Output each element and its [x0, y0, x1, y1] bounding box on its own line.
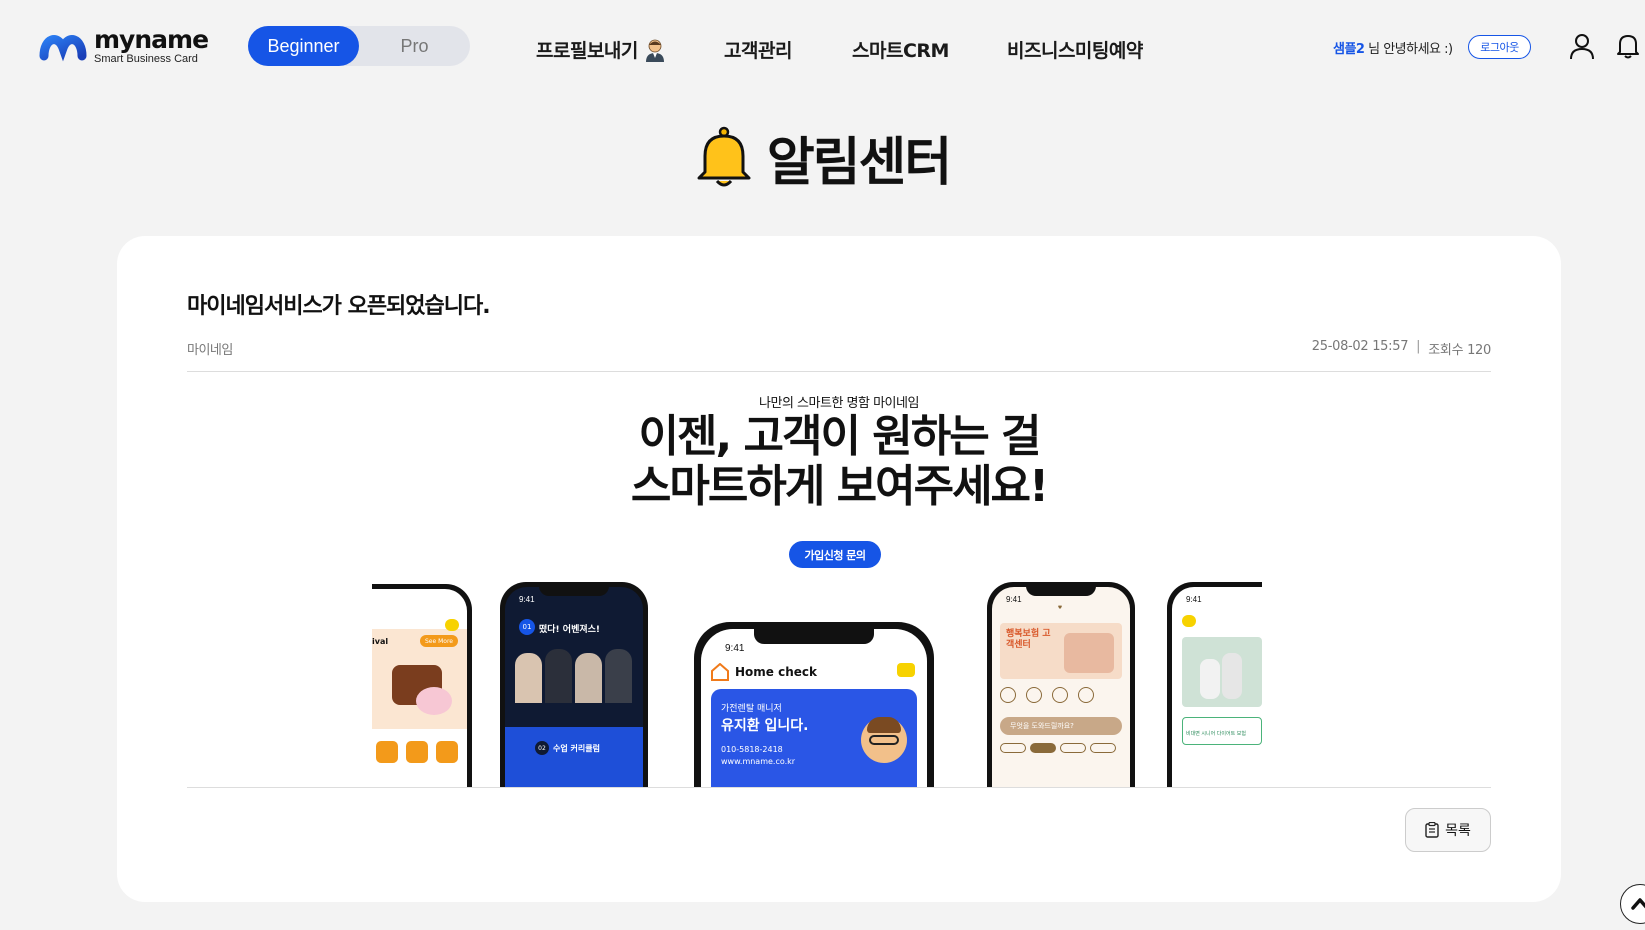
phone4-chips: [1000, 743, 1116, 753]
page-title: 알림센터: [0, 120, 1645, 195]
post-banner-image: 나만의 스마트한 명함 마이네임 이젠, 고객이 원하는 걸 스마트하게 보여주…: [187, 372, 1491, 787]
mode-pro-button[interactable]: Pro: [359, 26, 470, 66]
nav-item-label: 고객관리: [724, 40, 792, 62]
post-card: 마이네임서비스가 오픈되었습니다. 마이네임 25-08-02 15:57 | …: [117, 236, 1561, 902]
banner-headline-line1: 이젠, 고객이 원하는 걸: [638, 411, 1042, 462]
profile-name: 유지환 입니다.: [721, 718, 809, 734]
phone2-sub: 수업 커리큘럼: [553, 744, 600, 753]
phone-mockup-2: 9:41 01 떴다! 어벤져스! 02 수업 커리큘럼: [500, 582, 648, 787]
logo-mark-icon: [39, 35, 87, 62]
consultation-image: [1064, 633, 1114, 673]
bell-icon: [697, 126, 751, 186]
user-greeting: 샘플2 님 안녕하세요 :): [1333, 38, 1453, 57]
step-badge: 01: [519, 619, 535, 635]
profile-card: 가전렌탈 매니저 유지환 입니다. 010-5818-2418 www.mnam…: [711, 689, 917, 787]
team-photo: [515, 647, 633, 703]
join-inquiry-button[interactable]: 가입신청 문의: [789, 541, 881, 568]
list-button-label: 목록: [1445, 823, 1471, 839]
post-meta: 25-08-02 15:57 | 조회수 120: [1311, 339, 1492, 358]
nav-item-profile-send[interactable]: 프로필보내기: [536, 36, 666, 63]
profile-phone: 010-5818-2418: [721, 745, 783, 754]
app-name: Home check: [735, 665, 817, 679]
logout-button[interactable]: 로그아웃: [1468, 35, 1531, 59]
phone-mockup-5: 9:41 비대면 시니어 다이어트 보험: [1167, 582, 1262, 787]
divider: [187, 787, 1491, 788]
user-profile-icon[interactable]: [1569, 32, 1595, 60]
greeting-text: 님 안녕하세요 :): [1364, 42, 1453, 57]
kakao-icon: [445, 619, 459, 631]
post-datetime: 25-08-02 15:57: [1311, 339, 1409, 354]
mode-toggle[interactable]: Beginner Pro: [248, 26, 470, 66]
senior-exercise-image: [1182, 637, 1262, 707]
kakao-icon: [897, 663, 915, 677]
phone-time: 9:41: [725, 643, 745, 654]
page-title-text: 알림센터: [766, 133, 952, 193]
brand-name: myname: [94, 25, 209, 54]
banner-headline: 이젠, 고객이 원하는 걸 스마트하게 보여주세요!: [187, 412, 1491, 512]
post-title: 마이네임서비스가 오픈되었습니다.: [187, 294, 491, 319]
phone-time: 9:41: [1006, 595, 1022, 604]
avatar: [861, 717, 907, 763]
cafe-icon: [376, 741, 398, 763]
scroll-to-top-button[interactable]: [1620, 884, 1645, 924]
person-icon: [645, 39, 664, 62]
profile-site: www.mname.co.kr: [721, 757, 796, 766]
phone-mockup-1: ival See More: [372, 584, 472, 787]
nav-item-smart-crm[interactable]: 스마트CRM: [852, 36, 949, 63]
nav-item-customers[interactable]: 고객관리: [724, 36, 792, 63]
phone5-text: 비대면 시니어 다이어트 보험: [1182, 717, 1262, 745]
notification-bell-icon[interactable]: [1616, 32, 1640, 60]
nav-item-label: 프로필보내기: [536, 40, 638, 62]
phone1-label: ival: [372, 637, 389, 646]
banner-subtitle: 나만의 스마트한 명함 마이네임: [759, 396, 919, 411]
phone2-title: 떴다! 어벤져스!: [539, 625, 601, 635]
nav-item-meeting-booking[interactable]: 비즈니스미팅예약: [1007, 36, 1143, 63]
phone-time: 9:41: [519, 595, 535, 604]
meta-separator: |: [1416, 339, 1421, 354]
phone4-title: 행복보험 고객센터: [1006, 629, 1051, 650]
menu-icon: [436, 741, 458, 763]
list-button[interactable]: 목록: [1405, 808, 1491, 852]
post-author: 마이네임: [187, 343, 233, 358]
dessert-image: [416, 687, 452, 715]
kakao-icon: [1182, 615, 1196, 627]
chevron-up-icon: [1631, 898, 1645, 910]
post-views: 조회수 120: [1428, 343, 1491, 358]
phone1-hero: ival See More: [372, 629, 467, 729]
phone1-actions: [376, 741, 458, 763]
phone4-question: 무엇을 도와드릴까요?: [1000, 717, 1122, 735]
phone-mockup-3: 9:41 Home check 가전렌탈 매니저 유지환 입니다. 010-58…: [694, 622, 934, 787]
user-name: 샘플2: [1333, 42, 1365, 57]
service-hero: 행복보험 고객센터: [1000, 623, 1122, 679]
top-header: myname Smart Business Card Beginner Pro …: [0, 0, 1645, 95]
step-badge: 02: [535, 741, 549, 755]
brand-logo[interactable]: myname Smart Business Card: [38, 25, 209, 66]
nav-item-label: 스마트CRM: [852, 40, 949, 62]
curriculum-section: 02 수업 커리큘럼: [505, 727, 643, 787]
nav-item-label: 비즈니스미팅예약: [1007, 40, 1143, 62]
phone-mockup-4: 9:41 ♥ 행복보험 고객센터 무엇을 도와드릴까요?: [987, 582, 1135, 787]
drink-icon: [406, 741, 428, 763]
phone1-badge: See More: [420, 635, 458, 647]
app-header: Home check: [711, 663, 817, 681]
brand-mark: ♥: [1057, 605, 1063, 611]
phone-time: 9:41: [1186, 595, 1202, 604]
phone4-icons: [1000, 687, 1094, 703]
home-check-logo-icon: [711, 663, 729, 681]
clipboard-icon: [1425, 822, 1439, 838]
banner-headline-line2: 스마트하게 보여주세요!: [630, 461, 1049, 512]
mode-beginner-button[interactable]: Beginner: [248, 26, 359, 66]
brand-tagline: Smart Business Card: [94, 53, 198, 65]
profile-role: 가전렌탈 매니저: [721, 704, 782, 714]
